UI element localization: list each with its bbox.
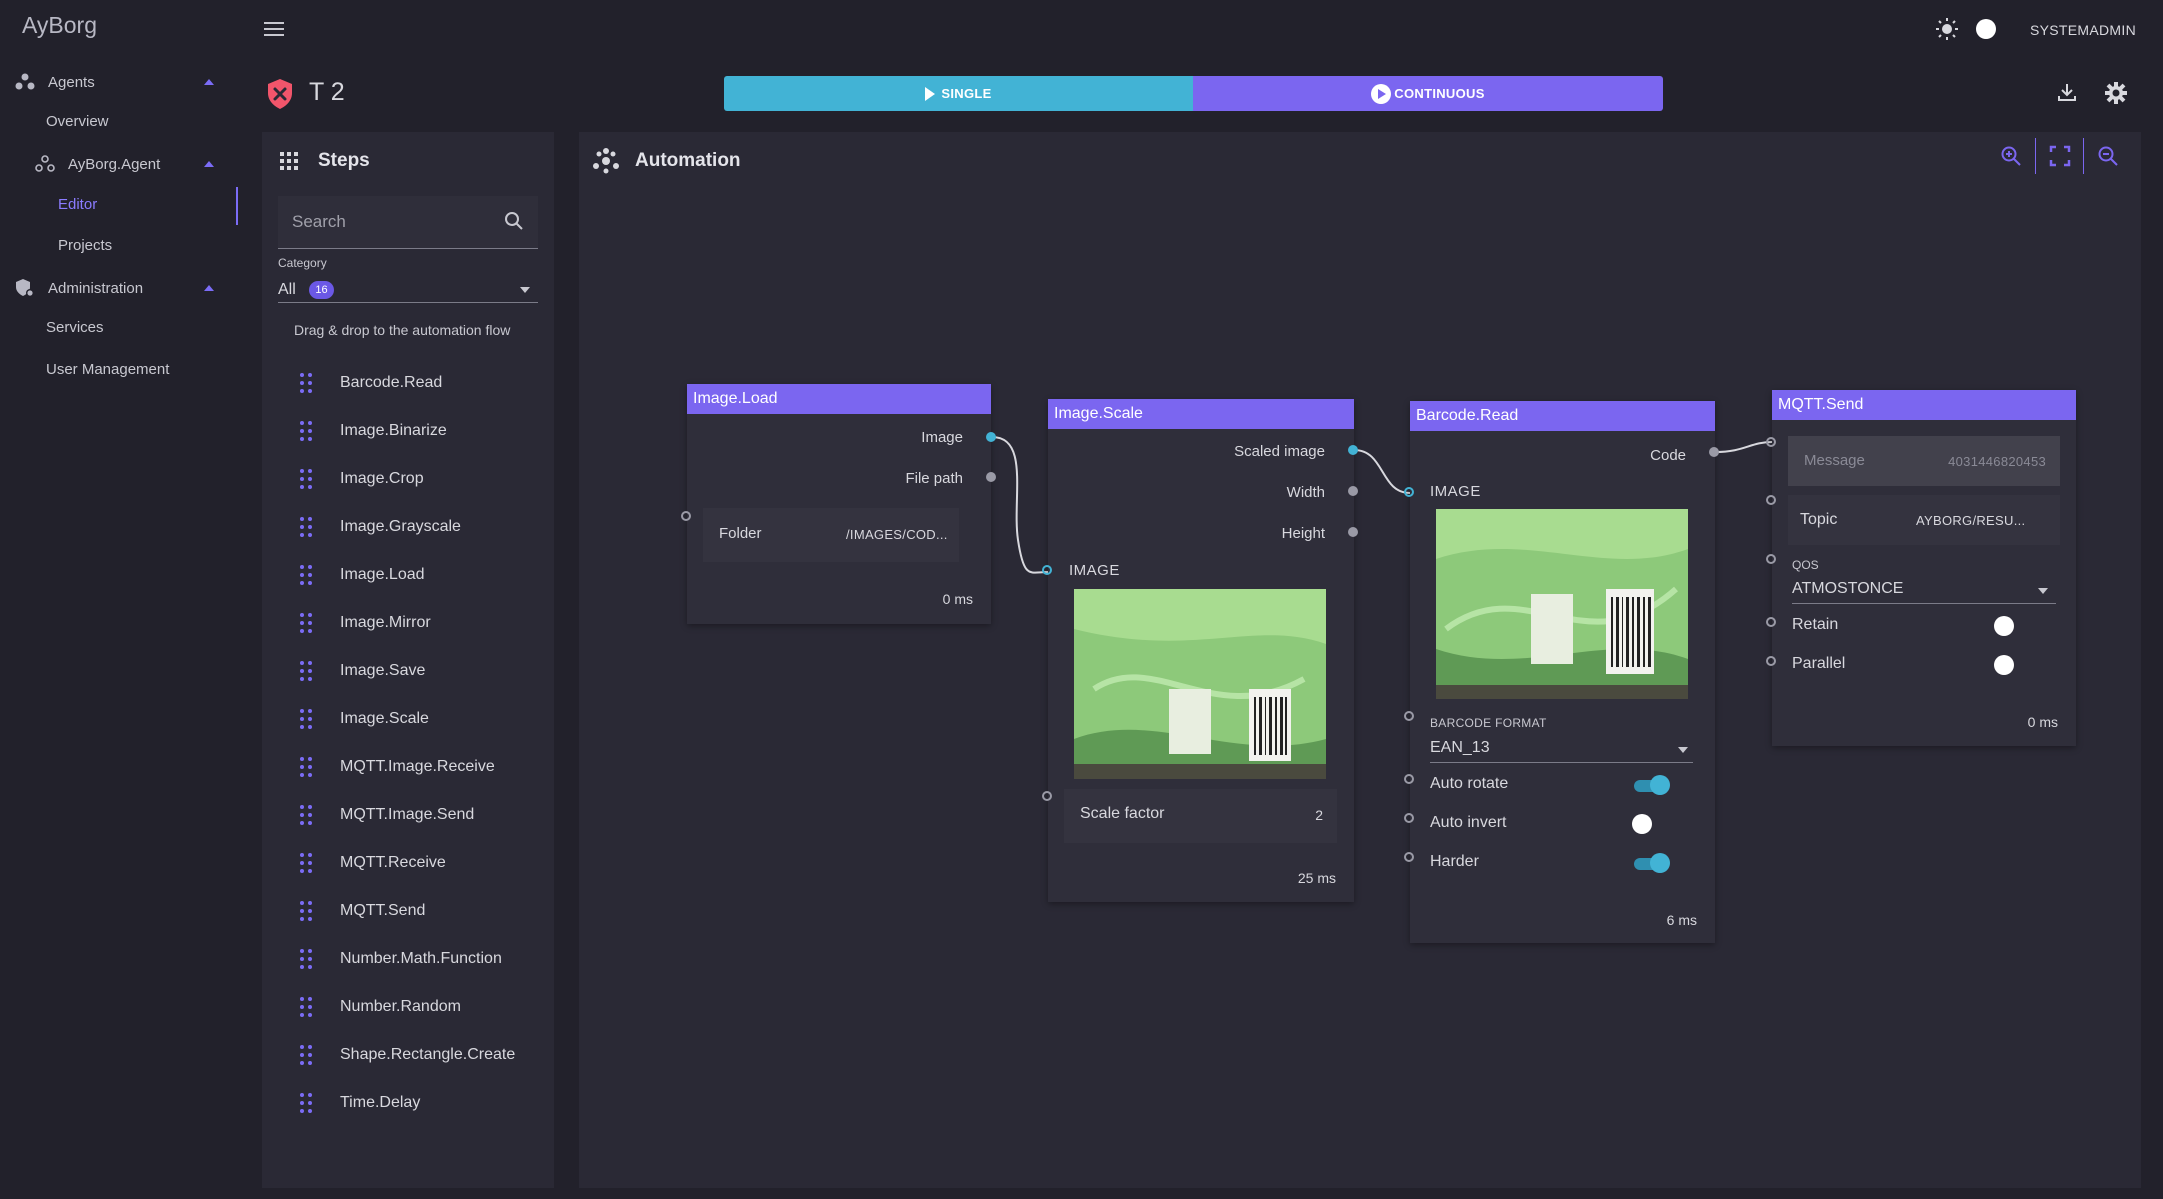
port-auto-rotate-in[interactable] [1404,774,1414,784]
chevron-down-icon [1678,747,1688,753]
qos-select[interactable]: ATMOSTONCE [1792,577,2056,604]
scale-factor-field[interactable]: Scale factor 2 [1064,789,1337,843]
scale-factor-label: Scale factor [1080,805,1165,822]
port-scaled-image-out[interactable] [1348,445,1358,455]
port-height-out[interactable] [1348,527,1358,537]
node-title[interactable]: Barcode.Read [1410,401,1715,431]
topic-label: Topic [1800,511,1838,528]
node-image-load[interactable]: Image.Load Image File path Folder /IMAGE… [687,384,991,624]
retain-toggle[interactable] [1994,616,2030,636]
wire-image-to-scale [991,436,1049,574]
auto-rotate-label: Auto rotate [1430,775,1509,792]
auto-rotate-toggle[interactable] [1632,775,1670,795]
message-value: 4031446820453 [1948,454,2046,469]
port-parallel-in[interactable] [1766,656,1776,666]
node-title[interactable]: Image.Load [687,384,991,414]
port-code-out[interactable] [1709,447,1719,457]
output-label-height: Height [1281,525,1325,542]
execution-time: 6 ms [1666,912,1697,928]
message-label: Message [1804,452,1865,469]
scale-factor-value: 2 [1315,807,1323,823]
port-auto-invert-in[interactable] [1404,813,1414,823]
input-label-image: IMAGE [1069,562,1120,579]
output-label-image: Image [921,429,963,446]
parallel-toggle[interactable] [1994,655,2030,675]
node-title[interactable]: Image.Scale [1048,399,1354,429]
topic-field[interactable]: Topic AYBORG/RESU... [1788,495,2060,545]
port-harder-in[interactable] [1404,852,1414,862]
node-mqtt-send[interactable]: MQTT.Send Message 4031446820453 Topic AY… [1772,390,2076,746]
folder-field[interactable]: Folder /IMAGES/COD... [703,508,959,562]
port-image-in[interactable] [1042,565,1052,575]
port-topic-in[interactable] [1766,495,1776,505]
output-label-scaled-image: Scaled image [1234,443,1325,460]
barcode-format-select[interactable]: EAN_13 [1430,736,1693,763]
output-label-width: Width [1286,484,1325,501]
port-folder-in[interactable] [681,511,691,521]
qos-label: QOS [1792,558,1819,572]
chevron-down-icon [2038,588,2048,594]
execution-time: 25 ms [1297,870,1336,886]
port-qos-in[interactable] [1766,554,1776,564]
folder-value: /IMAGES/COD... [846,527,948,542]
harder-label: Harder [1430,853,1479,870]
wire-barcode-to-mqtt [1714,441,1773,453]
port-retain-in[interactable] [1766,617,1776,627]
input-label-image: IMAGE [1430,483,1481,500]
folder-label: Folder [719,525,762,542]
port-message-in[interactable] [1766,437,1776,447]
wire-scale-to-barcode [1353,449,1411,494]
parallel-label: Parallel [1792,655,1846,672]
port-scale-factor-in[interactable] [1042,791,1052,801]
port-barcode-format-in[interactable] [1404,711,1414,721]
qos-value: ATMOSTONCE [1792,580,1904,597]
retain-label: Retain [1792,616,1839,633]
port-image-out[interactable] [986,432,996,442]
barcode-format-label: BARCODE FORMAT [1430,716,1547,730]
harder-toggle[interactable] [1632,853,1670,873]
node-image-scale[interactable]: Image.Scale Scaled image Width Height IM… [1048,399,1354,902]
barcode-format-value: EAN_13 [1430,739,1490,756]
node-title[interactable]: MQTT.Send [1772,390,2076,420]
auto-invert-toggle[interactable] [1632,814,1668,834]
message-field: Message 4031446820453 [1788,436,2060,486]
preview-image [1074,589,1326,779]
port-file-path-out[interactable] [986,472,996,482]
topic-value: AYBORG/RESU... [1916,513,2026,528]
port-width-out[interactable] [1348,486,1358,496]
output-label-file-path: File path [905,470,963,487]
auto-invert-label: Auto invert [1430,814,1507,831]
node-barcode-read[interactable]: Barcode.Read Code IMAGE BARCODE FORMAT E… [1410,401,1715,943]
output-label-code: Code [1650,447,1686,464]
execution-time: 0 ms [2027,714,2058,730]
preview-image [1436,509,1688,699]
port-image-in[interactable] [1404,487,1414,497]
execution-time: 0 ms [942,591,973,607]
